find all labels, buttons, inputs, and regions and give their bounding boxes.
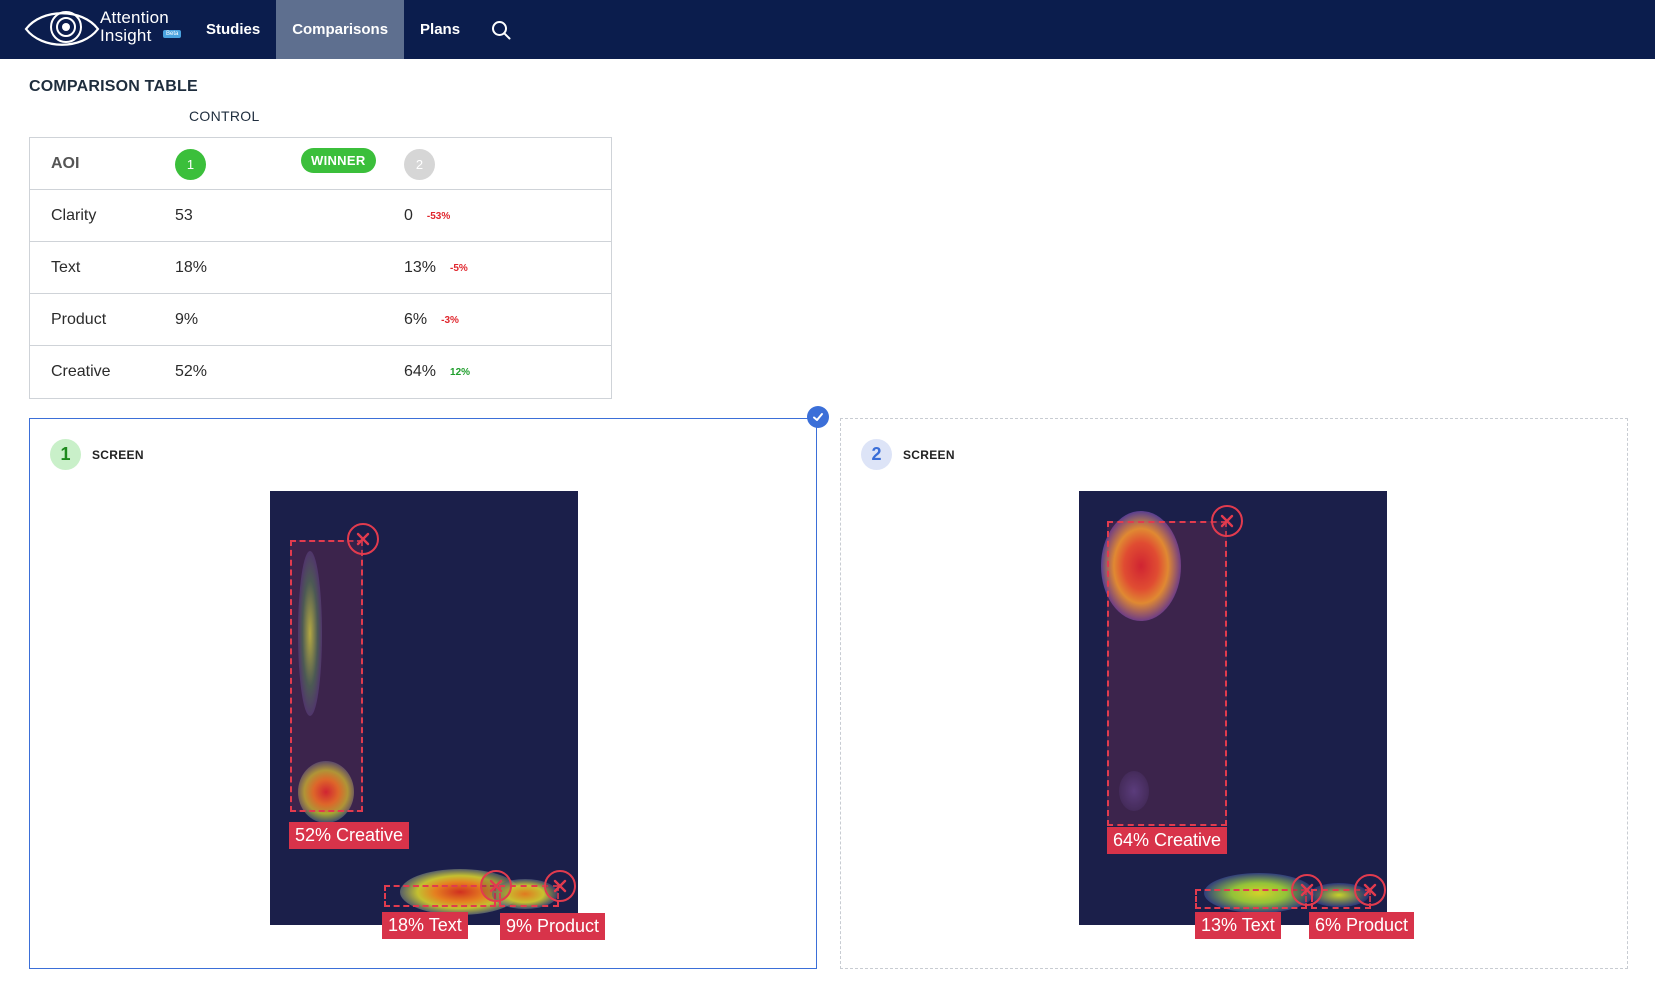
control-label: CONTROL (189, 108, 260, 124)
aoi-product-label: 6% Product (1309, 912, 1415, 939)
logo[interactable]: Attention Insight Beta (0, 0, 190, 59)
page-title: COMPARISON TABLE (29, 78, 198, 95)
row-delta: -53% (426, 210, 451, 222)
screen-title: SCREEN (92, 447, 144, 462)
row-variant-2-cell: 13% -5% (404, 242, 468, 294)
row-delta: -5% (450, 262, 468, 274)
nav-comparisons[interactable]: Comparisons (276, 0, 405, 59)
row-aoi-name: Text (51, 259, 81, 276)
aoi-creative-label: 64% Creative (1107, 827, 1228, 854)
variant-2-header: 2 (404, 138, 435, 190)
nav-plans[interactable]: Plans (404, 0, 476, 59)
row-variant-2-cell: 6% -3% (404, 294, 459, 346)
brand-name: Attention Insight (100, 8, 169, 45)
winner-badge: WINNER (301, 148, 376, 173)
close-icon (553, 879, 567, 893)
heatmap-image: 64% Creative 13% Text 6% Product (1079, 491, 1415, 939)
comparison-table: AOI 1 WINNER 2 Clarity 53 0 -53% Text 18… (29, 137, 612, 399)
row-variant-1-value: 9% (175, 311, 199, 328)
remove-aoi-product-button[interactable] (1354, 874, 1386, 906)
close-icon (1363, 883, 1377, 897)
top-navbar: Attention Insight Beta Studies Compariso… (0, 0, 1655, 59)
aoi-creative-box[interactable] (1107, 521, 1227, 826)
row-variant-2-value: 0 (404, 207, 413, 224)
search-button[interactable] (476, 0, 526, 59)
table-row: Clarity 53 0 -53% (30, 190, 611, 242)
screen-card-header: 1 SCREEN (50, 439, 144, 470)
eye-logo-icon (24, 11, 100, 46)
row-variant-1-value: 53 (175, 207, 193, 224)
beta-badge: Beta (163, 30, 182, 38)
row-variant-2-value: 6% (404, 311, 428, 328)
remove-aoi-creative-button[interactable] (1211, 505, 1243, 537)
screen-title: SCREEN (903, 447, 955, 462)
screen-number-badge: 1 (50, 439, 81, 470)
aoi-text-label: 18% Text (382, 912, 468, 939)
screen-card-header: 2 SCREEN (861, 439, 955, 470)
screen-card-2[interactable]: 2 SCREEN 64% Creative 13% Text 6% Produc… (840, 418, 1628, 969)
aoi-text-label: 13% Text (1195, 912, 1281, 939)
aoi-creative-label: 52% Creative (289, 822, 410, 849)
table-row: Product 9% 6% -3% (30, 294, 611, 346)
table-header-row: AOI 1 WINNER 2 (30, 138, 611, 190)
nav-studies[interactable]: Studies (190, 0, 276, 59)
row-variant-2-value: 13% (404, 259, 437, 276)
row-aoi-name: Clarity (51, 207, 97, 224)
aoi-product-label: 9% Product (500, 913, 606, 940)
close-icon (356, 532, 370, 546)
row-delta: -3% (441, 314, 459, 326)
row-variant-2-value: 64% (404, 363, 437, 380)
close-icon (1220, 514, 1234, 528)
variant-1-header: 1 (175, 138, 206, 190)
row-aoi-name: Product (51, 311, 107, 328)
selected-check-icon (807, 406, 829, 428)
row-delta: 12% (450, 366, 471, 378)
table-row: Text 18% 13% -5% (30, 242, 611, 294)
row-variant-1-value: 18% (175, 259, 208, 276)
screen-card-1[interactable]: 1 SCREEN 52% Creative 18% Text 9% Produc… (29, 418, 817, 969)
row-aoi-name: Creative (51, 363, 111, 380)
variant-2-badge: 2 (404, 148, 435, 180)
aoi-header: AOI (51, 155, 80, 172)
remove-aoi-creative-button[interactable] (347, 523, 379, 555)
heatmap-image: 52% Creative 18% Text 9% Product (270, 491, 606, 940)
row-variant-2-cell: 64% 12% (404, 346, 470, 398)
search-icon (492, 20, 511, 39)
row-variant-1-value: 52% (175, 363, 208, 380)
screen-number-badge: 2 (861, 439, 892, 470)
table-row: Creative 52% 64% 12% (30, 346, 611, 398)
aoi-creative-box[interactable] (290, 540, 363, 812)
row-variant-2-cell: 0 -53% (404, 190, 450, 242)
variant-1-badge: 1 (175, 148, 206, 180)
remove-aoi-product-button[interactable] (544, 870, 576, 902)
